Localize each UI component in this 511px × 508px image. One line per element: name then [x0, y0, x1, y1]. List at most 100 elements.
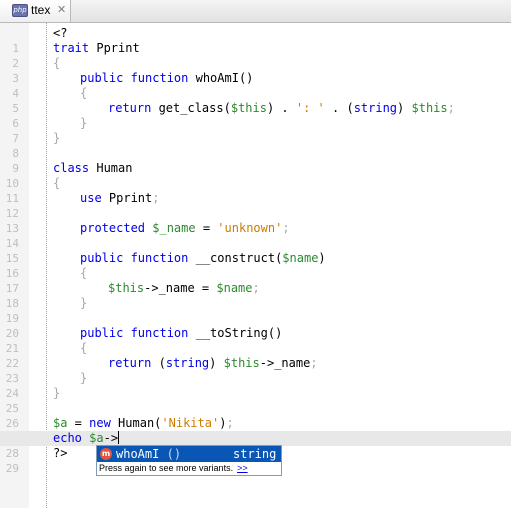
- brace: }: [80, 296, 88, 310]
- paren: ): [209, 356, 224, 370]
- completion-return-type: string: [233, 447, 277, 461]
- php-open-tag: <?: [53, 26, 68, 40]
- variable: $name: [216, 281, 253, 295]
- identifier: Pprint: [89, 41, 140, 55]
- code-line: 7 }: [0, 116, 511, 145]
- close-icon[interactable]: ✕: [57, 3, 66, 16]
- completion-item-whoami[interactable]: m whoAmI () string: [97, 446, 281, 462]
- more-variants-link[interactable]: >>: [237, 463, 248, 473]
- variable: $name: [282, 251, 319, 265]
- semicolon: ;: [310, 356, 318, 370]
- code-line: 15: [0, 236, 511, 265]
- variable: $this: [230, 101, 267, 115]
- code-line: 3 {: [0, 56, 511, 85]
- keyword: class: [53, 161, 90, 175]
- brace: }: [53, 386, 61, 400]
- code-line: 21 public function __toString(): [0, 326, 511, 355]
- code-line: 11 {: [0, 176, 511, 205]
- type-cast: string: [165, 356, 210, 370]
- function-name: __toString: [188, 326, 268, 340]
- semicolon: ;: [252, 281, 260, 295]
- identifier: Human: [89, 161, 133, 175]
- parens: (): [238, 71, 254, 85]
- code-line: 16 public function __construct($name): [0, 251, 511, 280]
- code-line: 6 return get_class($this) . ': ' . (stri…: [0, 101, 511, 130]
- keyword: use: [80, 191, 102, 205]
- brace: }: [53, 131, 61, 145]
- keyword: public function: [80, 251, 189, 265]
- variable: $this: [108, 281, 145, 295]
- line-number: 29: [5, 462, 19, 475]
- variable: $a: [53, 416, 68, 430]
- code-line: 17 {: [0, 266, 511, 295]
- string-literal: 'unknown': [217, 221, 283, 235]
- variable: $_name: [145, 221, 196, 235]
- function-name: __construct(: [188, 251, 283, 265]
- editor-tab-bar: php ttex ✕: [0, 0, 511, 23]
- brace: {: [53, 56, 61, 70]
- keyword: public function: [80, 71, 189, 85]
- variable: $a: [81, 431, 104, 445]
- identifier: Pprint: [101, 191, 153, 205]
- code-line: 19 }: [0, 296, 511, 325]
- code-line: 12 use Pprint;: [0, 191, 511, 220]
- completion-method-name: whoAmI: [116, 447, 160, 461]
- code-line: 14 protected $_name = 'unknown';: [0, 221, 511, 250]
- brace: {: [53, 176, 61, 190]
- operator: =: [67, 416, 90, 430]
- code-line: 8 }: [0, 131, 511, 160]
- semicolon: ;: [226, 416, 234, 430]
- member-access: ->_name: [259, 356, 311, 370]
- completion-params: (): [166, 447, 182, 461]
- semicolon: ;: [282, 221, 290, 235]
- code-line: 20: [0, 311, 511, 340]
- code-line: 27 $a = new Human('Nikita');: [0, 416, 511, 445]
- php-file-icon: php: [12, 4, 28, 17]
- code-line: 5 {: [0, 86, 511, 115]
- operator: ) .: [266, 101, 296, 115]
- brace: }: [80, 116, 88, 130]
- keyword: public function: [80, 326, 189, 340]
- operator: . (: [324, 101, 354, 115]
- code-completion-popup[interactable]: m whoAmI () string Press again to see mo…: [96, 445, 282, 476]
- brace: {: [80, 266, 88, 280]
- function-name: whoAmI: [188, 71, 239, 85]
- tab-ttex[interactable]: php ttex ✕: [0, 0, 71, 22]
- code-line: 18 $this->_name = $name;: [0, 281, 511, 310]
- current-code-line[interactable]: 28 echo $a->: [0, 431, 511, 460]
- paren: (: [151, 356, 166, 370]
- keyword: new: [89, 416, 111, 430]
- brace: {: [80, 341, 88, 355]
- code-line: 23 return (string) $this->_name;: [0, 356, 511, 385]
- keyword: return: [108, 101, 152, 115]
- code-line: 2 trait Pprint: [0, 41, 511, 70]
- hint-text: Press again to see more variants.: [99, 463, 234, 473]
- code-line: 1 <?: [0, 26, 511, 55]
- function-call: get_class(: [151, 101, 231, 115]
- string-literal: ': ': [295, 101, 325, 115]
- code-line: 22 {: [0, 341, 511, 370]
- code-line: 13: [0, 206, 511, 235]
- class-name: Human(: [110, 416, 162, 430]
- semicolon: ;: [152, 191, 160, 205]
- keyword: protected: [80, 221, 146, 235]
- code-line: 26: [0, 401, 511, 430]
- method-icon: m: [100, 448, 112, 460]
- paren: ): [318, 251, 326, 265]
- keyword: trait: [53, 41, 90, 55]
- string-literal: 'Nikita': [161, 416, 220, 430]
- operator: =: [195, 221, 218, 235]
- member-access: ->_name =: [144, 281, 217, 295]
- text-cursor: [118, 431, 120, 444]
- completion-hint: Press again to see more variants. >>: [99, 462, 248, 475]
- code-editor[interactable]: 1 <? 2 trait Pprint 3 { 4 public functio…: [0, 23, 511, 508]
- code-line: 10 class Human: [0, 161, 511, 190]
- keyword: echo: [53, 431, 82, 445]
- php-close-tag: ?>: [53, 446, 68, 460]
- parens: (): [267, 326, 283, 340]
- type-cast: string: [353, 101, 398, 115]
- code-line: 9: [0, 146, 511, 175]
- member-access: ->: [103, 431, 119, 445]
- brace: {: [80, 86, 88, 100]
- tab-label: ttex: [31, 3, 51, 17]
